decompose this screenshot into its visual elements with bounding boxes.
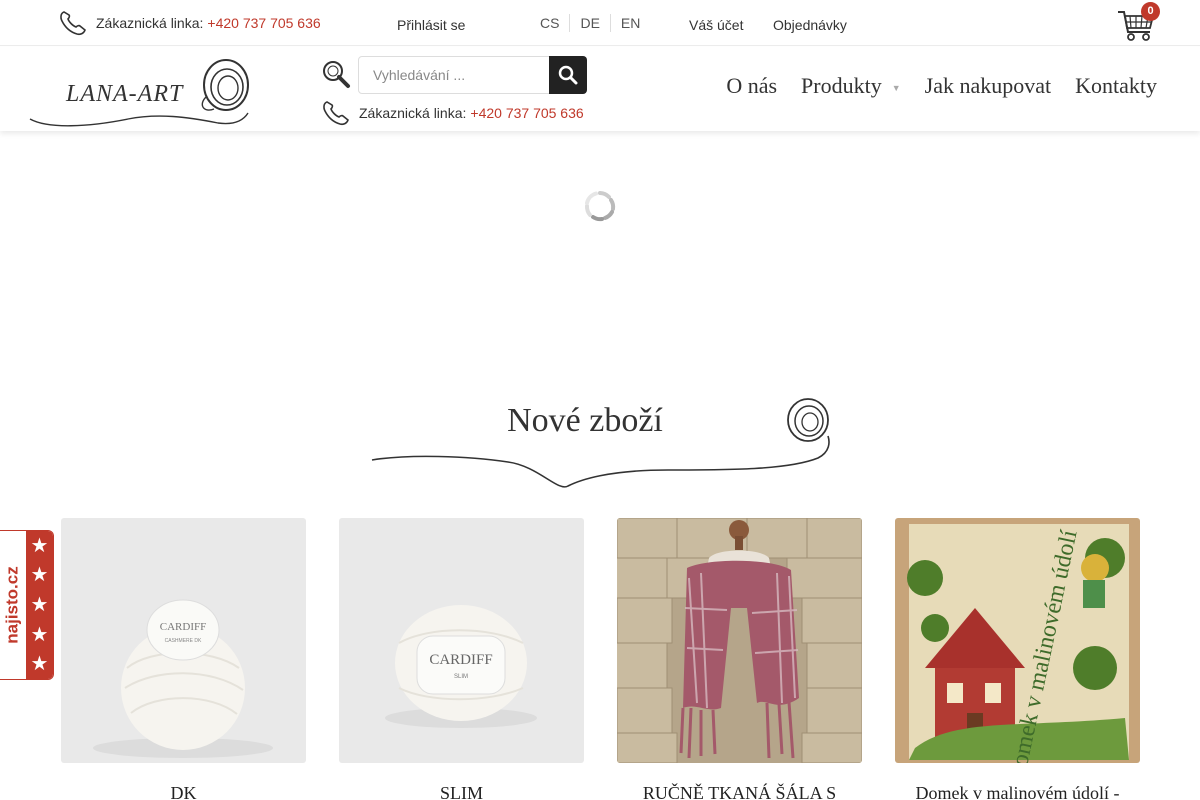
star-icon: ★ (30, 623, 49, 646)
cart-count-badge: 0 (1141, 2, 1160, 21)
account-link[interactable]: Váš účet (689, 17, 743, 33)
top-bar: Zákaznická linka: +420 737 705 636 Přihl… (0, 0, 1200, 46)
orders-link[interactable]: Objednávky (773, 17, 847, 33)
badge-text: najisto.cz (3, 566, 22, 644)
product-brand-text: CARDIFF (429, 652, 492, 668)
nav-contacts-label: Kontakty (1075, 73, 1157, 98)
topbar-phone-number[interactable]: +420 737 705 636 (207, 15, 320, 31)
caret-down-icon: ▼ (891, 82, 901, 93)
language-switcher: CS DE EN (530, 14, 650, 32)
product-image[interactable]: Domek v malinovém údolí (895, 518, 1140, 763)
nav-contacts[interactable]: Kontakty (1075, 73, 1157, 99)
product-sub-text: SLIM (454, 674, 468, 680)
product-image[interactable]: CARDIFF SLIM (339, 518, 584, 763)
loading-spinner-icon (584, 190, 616, 227)
najisto-badge[interactable]: najisto.cz ★ ★ ★ ★ ★ (0, 530, 54, 680)
header-phone: Zákaznická linka: +420 737 705 636 (321, 99, 584, 127)
lang-en[interactable]: EN (609, 14, 650, 32)
phone-icon (60, 11, 86, 36)
topbar-phone-label: Zákaznická linka: (96, 15, 204, 31)
nav-how-to-buy[interactable]: Jak nakupovat (925, 73, 1051, 99)
main-header: LANA-ART Zákaznická linka: +420 737 705 … (0, 47, 1200, 131)
header-phone-label: Zákaznická linka: (359, 105, 467, 121)
nav-how-to-buy-label: Jak nakupovat (924, 73, 1052, 98)
logo-yarn-icon: LANA-ART (29, 59, 249, 127)
product-card[interactable]: Domek v malinovém údolí Domek v malinové… (895, 518, 1140, 800)
product-name[interactable]: SLIM (339, 783, 584, 800)
header-phone-number[interactable]: +420 737 705 636 (470, 105, 583, 121)
star-icon: ★ (30, 593, 49, 616)
product-image[interactable] (617, 518, 862, 763)
phone-icon (323, 101, 349, 126)
product-image[interactable]: CARDIFF CASHMERE DK (61, 518, 306, 763)
product-list: CARDIFF CASHMERE DK DK CARDIFF SLIM SLIM (61, 518, 1140, 800)
star-icon: ★ (30, 564, 49, 587)
logo-text: LANA-ART (65, 81, 184, 107)
rating-stars: ★ ★ ★ ★ ★ (26, 531, 53, 679)
site-logo[interactable]: LANA-ART (28, 57, 258, 134)
search-icon (321, 59, 351, 94)
product-sub-text: CASHMERE DK (165, 638, 202, 644)
star-icon: ★ (30, 653, 49, 676)
nav-products[interactable]: Produkty ▼ (801, 73, 901, 99)
product-name[interactable]: RUČNĚ TKANÁ ŠÁLA S (617, 783, 862, 800)
nav-about-label: O nás (726, 73, 778, 98)
nav-about[interactable]: O nás (726, 73, 777, 99)
topbar-phone: Zákaznická linka: +420 737 705 636 (58, 9, 321, 37)
search-input[interactable] (358, 56, 550, 94)
lang-cs[interactable]: CS (530, 14, 569, 32)
search-button[interactable] (549, 56, 587, 94)
main-nav: O nás Produkty ▼ Jak nakupovat Kontakty (702, 73, 1157, 99)
product-card[interactable]: CARDIFF CASHMERE DK DK (61, 518, 306, 800)
product-card[interactable]: CARDIFF SLIM SLIM (339, 518, 584, 800)
lang-de[interactable]: DE (569, 14, 609, 32)
section-title: Nové zboží (507, 402, 663, 439)
login-link[interactable]: Přihlásit se (397, 17, 465, 33)
star-icon: ★ (30, 534, 49, 557)
product-name[interactable]: Domek v malinovém údolí - (895, 783, 1140, 800)
product-card[interactable]: RUČNĚ TKANÁ ŠÁLA S (617, 518, 862, 800)
product-name[interactable]: DK (61, 783, 306, 800)
magnifier-icon (558, 65, 578, 85)
product-brand-text: CARDIFF (160, 621, 206, 633)
nav-products-label: Produkty (801, 73, 882, 98)
